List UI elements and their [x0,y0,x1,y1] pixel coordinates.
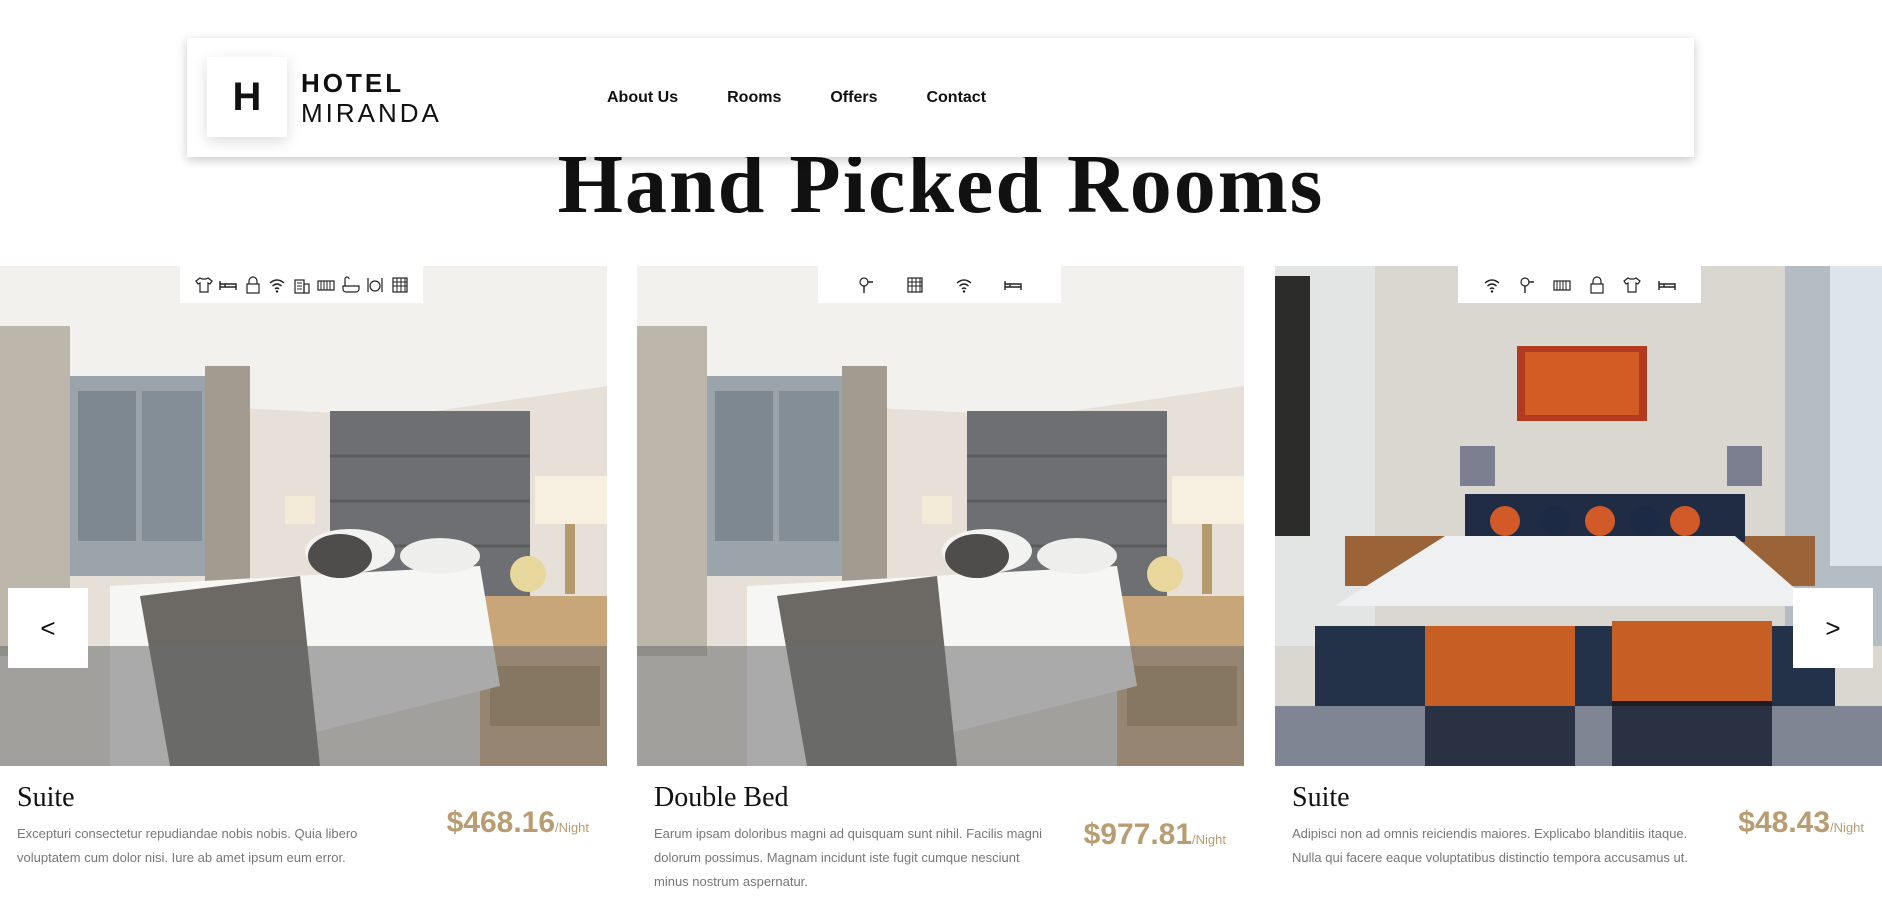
grid-icon [907,276,923,293]
heater-icon [1553,279,1571,291]
logo-line-miranda: MIRANDA [301,98,442,128]
room-name: Suite [1292,782,1350,813]
nav-rooms[interactable]: Rooms [727,89,781,107]
carousel-next-button[interactable]: > [1793,588,1873,668]
building-icon [293,278,310,294]
room-image[interactable] [0,266,607,766]
logo-line-hotel: HOTEL [301,68,405,98]
heater-icon [317,279,335,291]
room-name: Suite [17,782,75,813]
room-photo-modern-bedroom [0,266,607,766]
dining-icon [367,277,383,292]
lock-icon [1590,275,1604,294]
grid-icon [391,276,408,293]
carousel-prev-button[interactable]: < [8,588,88,668]
price-amount: $977.81 [1083,818,1193,851]
logo-mark[interactable]: H [207,57,287,137]
lock-icon [245,275,260,294]
logo-letter: H [232,74,262,119]
room-description: Excepturi consectetur repudiandae nobis … [17,826,358,865]
room-image[interactable] [1275,266,1882,766]
amenities-bar [180,266,423,303]
wifi-icon [1484,278,1500,293]
room-photo-classic-bedroom [1275,266,1882,766]
bed-icon [1658,280,1676,290]
price-unit: /Night [1830,820,1864,835]
price-unit: /Night [555,820,589,835]
bathtub-icon [341,275,360,293]
shirt-icon [194,276,213,293]
price-amount: $468.16 [446,806,556,839]
amenities-bar [818,266,1061,303]
shirt-icon [1623,276,1641,293]
hairdryer-icon [859,276,873,293]
wifi-icon [956,278,972,293]
logo-wordmark[interactable]: HOTEL MIRANDA [301,70,442,126]
nav-contact[interactable]: Contact [926,89,986,107]
room-price: $468.16/Night [447,806,589,840]
nav-offers[interactable]: Offers [830,89,877,107]
chevron-left-icon: < [40,612,56,643]
bed-icon [1004,280,1022,290]
chevron-right-icon: > [1825,612,1841,643]
site-header: H HOTEL MIRANDA About Us Rooms Offers Co… [187,38,1694,157]
price-amount: $48.43 [1738,806,1831,839]
room-description: Earum ipsam doloribus magni ad quisquam … [654,826,1043,889]
room-name: Double Bed [654,782,789,813]
room-description: Adipisci non ad omnis reiciendis maiores… [1292,826,1688,865]
main-nav: About Us Rooms Offers Contact [607,38,1035,157]
hairdryer-icon [1520,276,1534,293]
room-image[interactable] [637,266,1244,766]
bed-icon [219,280,237,290]
room-price: $48.43/Night [1738,806,1864,840]
room-photo-modern-bedroom [637,266,1244,766]
price-unit: /Night [1192,832,1226,847]
room-price: $977.81/Night [1084,818,1226,852]
nav-about-us[interactable]: About Us [607,89,678,107]
amenities-bar [1458,266,1701,303]
wifi-icon [269,278,285,293]
